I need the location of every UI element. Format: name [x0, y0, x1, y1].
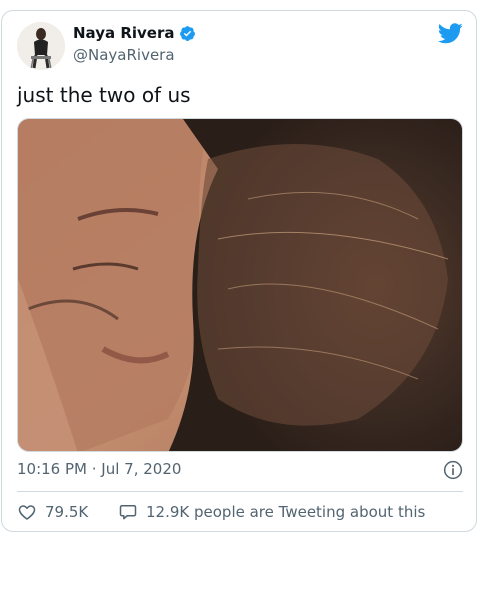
like-count: 79.5K: [45, 503, 89, 521]
author-name[interactable]: Naya Rivera: [73, 24, 196, 42]
info-icon[interactable]: [443, 460, 463, 480]
author-handle[interactable]: @NayaRivera: [73, 46, 175, 64]
like-button[interactable]: 79.5K: [17, 502, 88, 522]
comment-bubble-icon: [119, 505, 137, 520]
author-avatar[interactable]: [17, 22, 65, 70]
tweet-text: just the two of us: [17, 83, 191, 107]
divider: [17, 491, 463, 492]
heart-icon: [18, 505, 36, 520]
tweet-photo[interactable]: [17, 118, 463, 452]
tweeting-about-text: 12.9K people are Tweeting about this: [146, 503, 426, 521]
twitter-bird-icon[interactable]: [438, 23, 463, 44]
author-name-text[interactable]: Naya Rivera: [73, 24, 175, 42]
tweet-timestamp[interactable]: 10:16 PM · Jul 7, 2020: [17, 460, 181, 478]
reply-button[interactable]: 12.9K people are Tweeting about this: [118, 502, 425, 522]
verified-badge-icon: [179, 25, 195, 41]
